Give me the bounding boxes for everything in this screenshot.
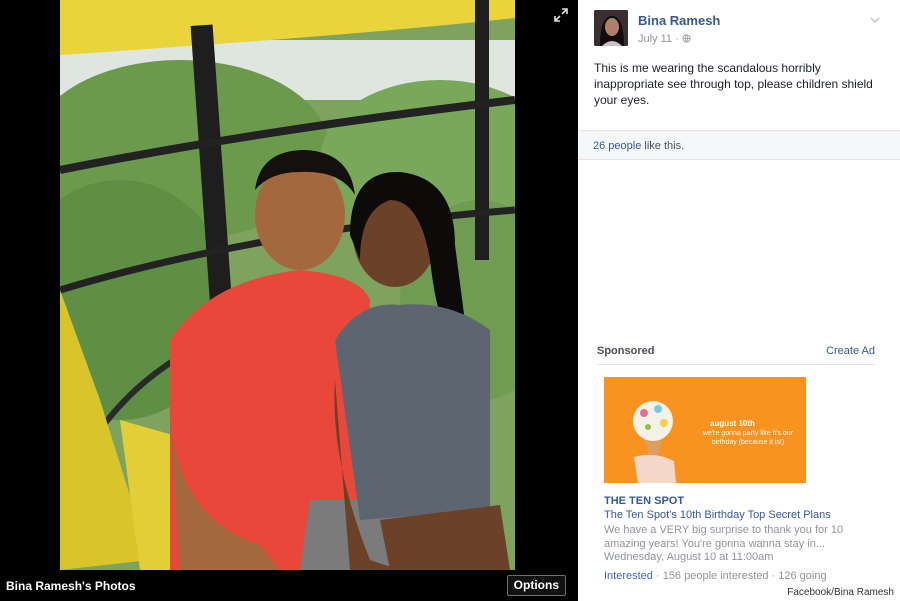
post-author[interactable]: Bina Ramesh [638, 13, 720, 28]
globe-icon [682, 33, 691, 45]
ad-image-tagline: we're gonna party like it's our birthday… [702, 430, 794, 446]
ad-title[interactable]: THE TEN SPOT [604, 495, 684, 507]
post-date[interactable]: July 11 [638, 33, 672, 45]
chevron-down-icon[interactable] [868, 13, 882, 27]
viewer-footer: Bina Ramesh's Photos Options [0, 570, 578, 601]
ad-image-heading: august 10th [710, 419, 755, 428]
album-title[interactable]: Bina Ramesh's Photos [6, 579, 136, 593]
expand-icon[interactable] [554, 8, 568, 22]
create-ad-link[interactable]: Create Ad [826, 345, 875, 357]
likes-count-link[interactable]: 26 people [593, 140, 641, 152]
ad-subtitle[interactable]: The Ten Spot's 10th Birthday Top Secret … [604, 509, 831, 521]
post-header: Bina Ramesh July 11 · [594, 10, 894, 50]
ad-body: We have a VERY big surprise to thank you… [604, 524, 844, 550]
options-button[interactable]: Options [506, 575, 566, 596]
ad-image[interactable]: august 10th we're gonna party like it's … [604, 377, 806, 483]
ad-stats: · 156 people interested · 126 going [652, 570, 827, 582]
post-panel: Bina Ramesh July 11 · This is me wearing… [578, 0, 900, 601]
photo-viewer: Bina Ramesh's Photos Options [0, 0, 578, 601]
sponsored-label: Sponsored [597, 345, 655, 357]
photo-illustration [60, 0, 515, 570]
sponsored-header: Sponsored Create Ad [597, 345, 875, 365]
likes-bar: 26 people like this. [578, 130, 900, 160]
photo-credit: Facebook/Bina Ramesh [787, 587, 894, 598]
post-text: This is me wearing the scandalous horrib… [594, 61, 873, 107]
post-meta: July 11 · [638, 33, 691, 45]
ad-event-date: Wednesday, August 10 at 11:00am [604, 551, 774, 563]
avatar[interactable] [594, 10, 628, 46]
likes-summary: 26 people like this. [593, 140, 684, 152]
likes-suffix: like this. [641, 140, 685, 152]
photo[interactable] [60, 0, 515, 570]
meta-separator: · [675, 33, 679, 45]
interested-button[interactable]: Interested [604, 570, 653, 582]
ad-footer: Interested · 156 people interested · 126… [604, 570, 827, 582]
